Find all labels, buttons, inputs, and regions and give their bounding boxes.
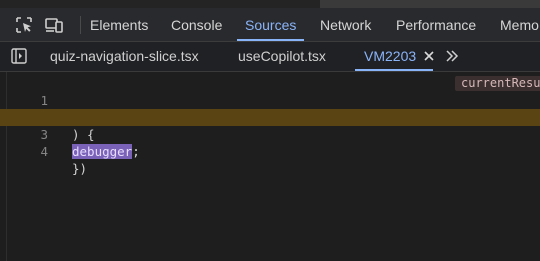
file-tab-quiz-navigation-slice[interactable]: quiz-navigation-slice.tsx	[50, 42, 199, 71]
active-file-tab-indicator	[355, 69, 433, 71]
code-text: })	[72, 161, 88, 176]
code-line-2: 2 ) {	[0, 92, 540, 142]
tab-sources[interactable]: Sources	[236, 8, 305, 41]
inline-variable-value[interactable]: currentResu	[455, 76, 540, 91]
code-text: debugger;	[72, 143, 140, 160]
devtools-window: Elements Console Sources Network Perform…	[0, 0, 540, 261]
close-icon[interactable]	[422, 49, 436, 63]
code-editor[interactable]: 1 (function anonymous(currentResult,answ…	[0, 72, 540, 261]
sources-file-tabbar: quiz-navigation-slice.tsx useCopilot.tsx…	[0, 42, 540, 72]
code-line-3-paused: 3 debugger;	[0, 109, 540, 159]
tab-console[interactable]: Console	[171, 8, 222, 41]
debugger-statement: debugger	[72, 144, 133, 159]
code-line-1: 1 (function anonymous(currentResult,answ…	[0, 75, 540, 125]
code-line-4: 4 })	[0, 126, 540, 176]
tab-elements[interactable]: Elements	[90, 8, 148, 41]
devtools-main-tabbar: Elements Console Sources Network Perform…	[0, 8, 540, 42]
file-tab-vm2203[interactable]: VM2203	[364, 42, 416, 71]
tab-memory[interactable]: Memo	[500, 8, 539, 41]
file-tab-usecopilot[interactable]: useCopilot.tsx	[238, 42, 326, 71]
chevron-double-right-icon[interactable]	[444, 48, 460, 64]
toolbar-divider	[80, 16, 81, 34]
line-number[interactable]: 4	[0, 143, 48, 160]
tab-network[interactable]: Network	[320, 8, 371, 41]
inspect-element-icon[interactable]	[14, 15, 34, 35]
navigator-toggle-icon[interactable]	[11, 48, 27, 64]
tab-performance[interactable]: Performance	[396, 8, 476, 41]
top-strip-left	[0, 0, 320, 8]
top-strip-right	[320, 0, 540, 8]
device-toolbar-icon[interactable]	[44, 15, 64, 35]
browser-top-strip	[0, 0, 540, 8]
code-token: ;	[132, 144, 140, 159]
